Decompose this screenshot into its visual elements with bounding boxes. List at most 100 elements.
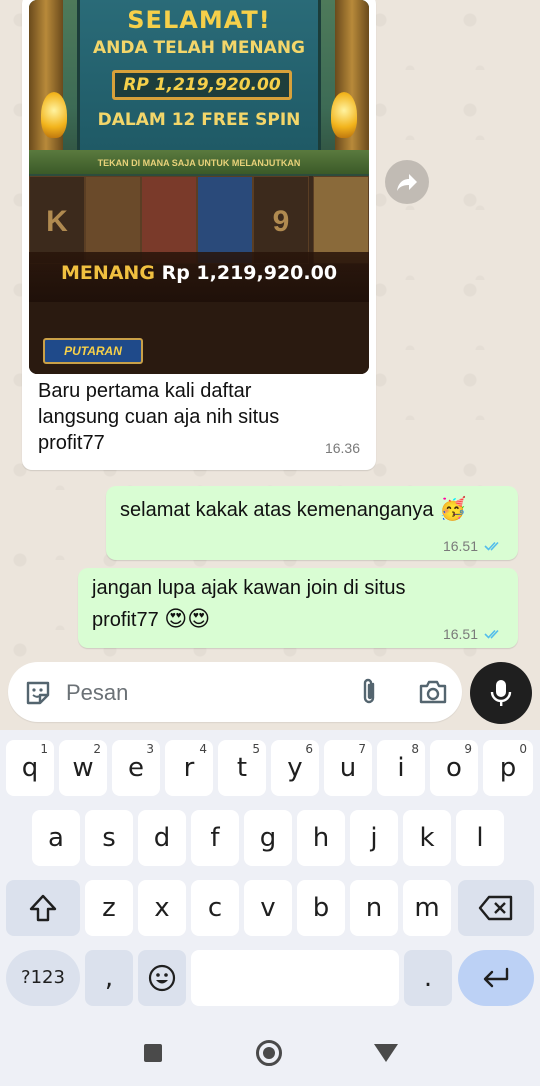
- key-f[interactable]: f: [191, 810, 239, 866]
- win-headline: SELAMAT!: [127, 6, 271, 34]
- reel-cell: [313, 176, 369, 264]
- key-hint: 9: [464, 742, 472, 756]
- key-hint: 1: [40, 742, 48, 756]
- key-d[interactable]: d: [138, 810, 186, 866]
- key-label: t: [236, 753, 248, 783]
- key-n[interactable]: n: [350, 880, 398, 936]
- message-text: selamat kakak atas kemenanganya 🥳: [120, 494, 466, 526]
- message-input[interactable]: Pesan: [66, 680, 128, 706]
- win-total-amount: Rp 1,219,920.00: [161, 262, 338, 284]
- symbols-key[interactable]: ?123: [6, 950, 80, 1006]
- key-label: e: [128, 753, 144, 783]
- forward-icon: [397, 174, 417, 191]
- win-label: MENANG: [60, 262, 155, 284]
- spin-badge: PUTARAN: [43, 338, 143, 364]
- message-time: 16.51: [442, 538, 478, 554]
- outgoing-message[interactable]: jangan lupa ajak kawan join di situs pro…: [78, 568, 518, 648]
- key-hint: 3: [146, 742, 154, 756]
- key-label: p: [499, 753, 517, 783]
- message-meta: 16.51: [443, 538, 504, 554]
- reel-symbol: K: [46, 205, 68, 238]
- message-time: 16.51: [442, 626, 478, 642]
- key-r[interactable]: r4: [165, 740, 213, 796]
- system-nav-bar: [0, 1020, 540, 1086]
- key-q[interactable]: q1: [6, 740, 54, 796]
- key-v[interactable]: v: [244, 880, 292, 936]
- win-spins: DALAM 12 FREE SPIN: [97, 110, 301, 130]
- shift-icon: [29, 894, 57, 922]
- key-label: u: [339, 753, 357, 783]
- win-subtitle: ANDA TELAH MENANG: [92, 38, 305, 58]
- camera-icon[interactable]: [418, 679, 448, 705]
- key-k[interactable]: k: [403, 810, 451, 866]
- torch-right-icon: [331, 92, 357, 138]
- message-text: jangan lupa ajak kawan join di situs pro…: [92, 572, 472, 636]
- message-input-bar[interactable]: Pesan: [8, 662, 462, 722]
- key-b[interactable]: b: [297, 880, 345, 936]
- key-label: i: [397, 753, 405, 783]
- message-time: 16.36: [324, 440, 360, 456]
- key-e[interactable]: e3: [112, 740, 160, 796]
- enter-key[interactable]: [458, 950, 534, 1006]
- period-key[interactable]: .: [404, 950, 452, 1006]
- nav-home-button[interactable]: [256, 1040, 282, 1066]
- key-x[interactable]: x: [138, 880, 186, 936]
- key-hint: 0: [519, 742, 527, 756]
- key-u[interactable]: u7: [324, 740, 372, 796]
- key-label: o: [446, 753, 462, 783]
- forward-button[interactable]: [385, 160, 429, 204]
- comma-key[interactable]: ,: [85, 950, 133, 1006]
- message-caption: Baru pertama kali daftar langsung cuan a…: [38, 380, 280, 454]
- key-c[interactable]: c: [191, 880, 239, 936]
- key-j[interactable]: j: [350, 810, 398, 866]
- key-label: w: [72, 753, 94, 783]
- microphone-icon: [490, 680, 512, 706]
- key-y[interactable]: y6: [271, 740, 319, 796]
- reel-symbol: 9: [272, 205, 290, 238]
- key-t[interactable]: t5: [218, 740, 266, 796]
- win-total: MENANG Rp 1,219,920.00: [29, 262, 369, 284]
- key-o[interactable]: o9: [430, 740, 478, 796]
- key-g[interactable]: g: [244, 810, 292, 866]
- key-m[interactable]: m: [403, 880, 451, 936]
- voice-message-button[interactable]: [470, 662, 532, 724]
- key-p[interactable]: p0: [483, 740, 533, 796]
- key-z[interactable]: z: [85, 880, 133, 936]
- backspace-icon: [478, 895, 513, 921]
- nav-back-button[interactable]: [374, 1044, 398, 1062]
- nav-recents-button[interactable]: [144, 1044, 162, 1062]
- key-label: y: [287, 753, 303, 783]
- key-hint: 5: [252, 742, 260, 756]
- key-h[interactable]: h: [297, 810, 345, 866]
- chat-area[interactable]: SELAMAT! ANDA TELAH MENANG RP 1,219,920.…: [0, 0, 540, 730]
- key-hint: 6: [305, 742, 313, 756]
- key-s[interactable]: s: [85, 810, 133, 866]
- attach-icon[interactable]: [358, 677, 380, 707]
- heart-eyes-emoji: 😍😍: [164, 607, 211, 632]
- key-hint: 4: [199, 742, 207, 756]
- key-i[interactable]: i8: [377, 740, 425, 796]
- shift-key[interactable]: [6, 880, 80, 936]
- space-key[interactable]: [191, 950, 399, 1006]
- key-label: q: [21, 753, 39, 783]
- key-a[interactable]: a: [32, 810, 80, 866]
- sticker-icon[interactable]: [24, 679, 52, 707]
- win-amount-box: RP 1,219,920.00: [112, 70, 292, 100]
- backspace-key[interactable]: [458, 880, 534, 936]
- outgoing-message[interactable]: selamat kakak atas kemenanganya 🥳 16.51: [106, 486, 518, 560]
- key-hint: 7: [358, 742, 366, 756]
- emoji-key[interactable]: [138, 950, 186, 1006]
- key-w[interactable]: w2: [59, 740, 107, 796]
- reel-cell: [85, 176, 141, 264]
- incoming-message[interactable]: SELAMAT! ANDA TELAH MENANG RP 1,219,920.…: [22, 0, 376, 470]
- tap-hint: TEKAN DI MANA SAJA UNTUK MELANJUTKAN: [97, 158, 301, 168]
- message-image[interactable]: SELAMAT! ANDA TELAH MENANG RP 1,219,920.…: [29, 0, 369, 374]
- enter-icon: [483, 967, 509, 988]
- key-label: r: [183, 753, 195, 783]
- key-hint: 8: [411, 742, 419, 756]
- reel-cell: [141, 176, 197, 264]
- key-hint: 2: [93, 742, 101, 756]
- key-l[interactable]: l: [456, 810, 504, 866]
- double-check-icon: [484, 629, 499, 639]
- reel-cell: 9: [253, 176, 309, 264]
